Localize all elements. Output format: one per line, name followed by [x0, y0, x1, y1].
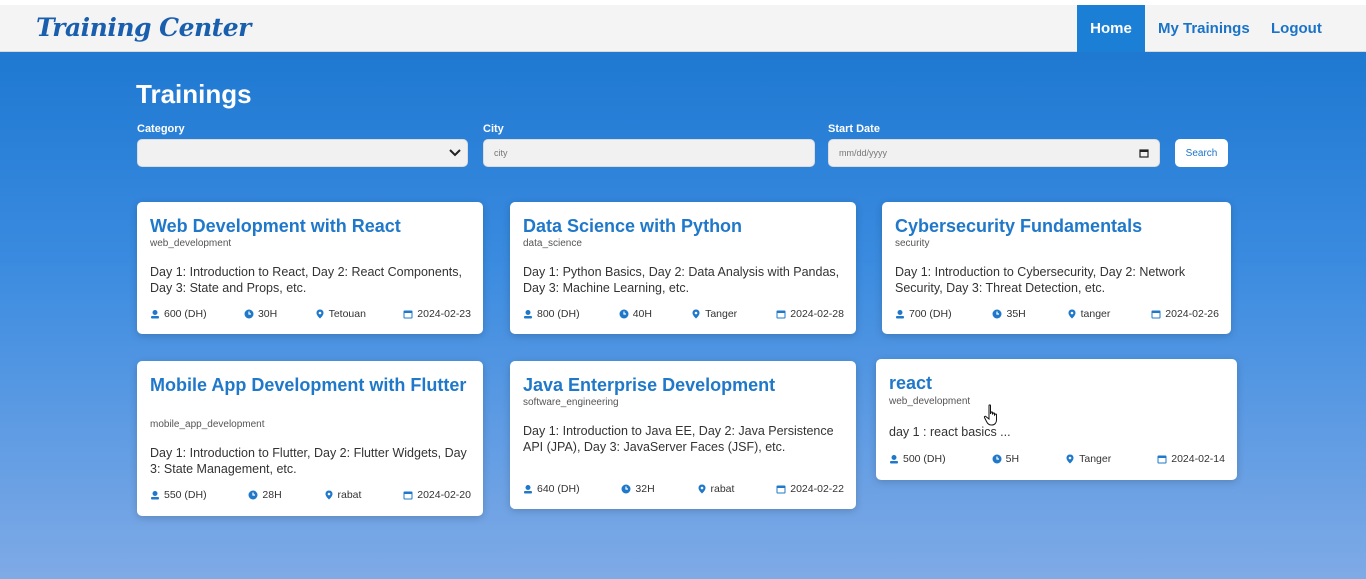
location-pin-icon: [692, 309, 700, 319]
calendar-icon: [1157, 455, 1167, 464]
training-card[interactable]: Java Enterprise Development software_eng…: [510, 361, 856, 509]
training-city: Tanger: [705, 308, 738, 320]
clock-icon: [992, 454, 1002, 464]
nav-logout-link[interactable]: Logout: [1271, 5, 1322, 52]
start-date-label: Start Date: [828, 123, 880, 135]
clock-icon: [248, 490, 258, 500]
clock-icon: [244, 309, 254, 319]
user-icon: [524, 310, 532, 319]
training-description: day 1 : react basics ...: [889, 425, 1011, 439]
training-title[interactable]: Web Development with React: [150, 215, 473, 238]
location-pin-icon: [1066, 454, 1074, 464]
training-price: 700 (DH): [909, 308, 952, 320]
city-input-placeholder: city: [494, 148, 508, 158]
training-city: rabat: [710, 483, 735, 495]
calendar-icon: [1151, 310, 1161, 319]
training-meta: 700 (DH) 35H tanger 2024-02-26: [895, 308, 1219, 320]
training-price: 550 (DH): [164, 489, 207, 501]
training-duration: 40H: [632, 308, 652, 320]
user-icon: [896, 310, 904, 319]
training-title[interactable]: Data Science with Python: [523, 215, 846, 238]
training-meta: 800 (DH) 40H Tanger 2024-02-28: [523, 308, 844, 320]
calendar-icon: [403, 491, 413, 500]
training-meta: 640 (DH) 32H rabat 2024-02-22: [523, 483, 844, 495]
location-pin-icon: [325, 490, 332, 500]
training-city: Tanger: [1079, 453, 1112, 465]
training-date: 2024-02-14: [1171, 453, 1225, 465]
navbar: Training Center Home My Trainings Logout: [0, 5, 1366, 52]
training-duration: 35H: [1006, 308, 1026, 320]
training-meta: 500 (DH) 5H Tanger 2024-02-14: [889, 453, 1225, 465]
training-card[interactable]: Web Development with React web_developme…: [137, 202, 483, 334]
training-meta: 600 (DH) 30H Tetouan 2024-02-23: [150, 308, 471, 320]
calendar-icon[interactable]: [1139, 148, 1149, 158]
city-label: City: [483, 123, 504, 135]
location-pin-icon: [698, 484, 705, 494]
training-card[interactable]: Cybersecurity Fundamentals security Day …: [882, 202, 1231, 334]
user-icon: [151, 491, 159, 500]
location-pin-icon: [1068, 309, 1076, 319]
training-category: security: [895, 238, 930, 249]
training-city: Tetouan: [328, 308, 366, 320]
city-input[interactable]: city: [483, 139, 815, 167]
training-title[interactable]: Mobile App Development with Flutter: [150, 374, 473, 397]
training-description: Day 1: Introduction to Cybersecurity, Da…: [895, 265, 1186, 295]
calendar-icon: [776, 485, 786, 494]
training-date: 2024-02-23: [417, 308, 471, 320]
category-select[interactable]: [137, 139, 468, 167]
chevron-down-icon: [449, 149, 461, 157]
training-category: web_development: [889, 396, 971, 407]
training-description: Day 1: Introduction to Java EE, Day 2: J…: [523, 424, 834, 454]
training-category: mobile_app_development: [150, 419, 265, 430]
training-category: software_engineering: [523, 397, 619, 408]
start-date-input[interactable]: mm/dd/yyyy: [828, 139, 1160, 167]
training-title[interactable]: Java Enterprise Development: [523, 374, 846, 397]
training-date: 2024-02-28: [790, 308, 844, 320]
training-duration: 32H: [635, 483, 655, 495]
user-icon: [151, 310, 159, 319]
training-date: 2024-02-26: [1165, 308, 1219, 320]
training-city: tanger: [1080, 308, 1111, 320]
nav-home-link[interactable]: Home: [1077, 5, 1145, 52]
user-icon: [890, 455, 898, 464]
calendar-icon: [403, 310, 413, 319]
search-button[interactable]: Search: [1175, 139, 1228, 167]
user-icon: [524, 485, 532, 494]
training-duration: 30H: [257, 308, 278, 320]
training-price: 800 (DH): [537, 308, 580, 320]
training-card[interactable]: Mobile App Development with Flutter mobi…: [137, 361, 483, 516]
training-date: 2024-02-22: [790, 483, 844, 495]
brand-logo[interactable]: Training Center: [36, 13, 251, 42]
start-date-placeholder: mm/dd/yyyy: [839, 148, 888, 158]
training-duration: 28H: [262, 489, 282, 501]
calendar-icon: [776, 310, 786, 319]
hand-pointer-cursor-icon: [983, 404, 997, 426]
training-price: 640 (DH): [537, 483, 580, 495]
training-city: rabat: [337, 489, 362, 501]
nav-my-trainings-link[interactable]: My Trainings: [1158, 5, 1250, 52]
training-card[interactable]: Data Science with Python data_science Da…: [510, 202, 856, 334]
training-title[interactable]: react: [889, 372, 1227, 395]
training-description: Day 1: Python Basics, Day 2: Data Analys…: [523, 265, 840, 295]
training-description: Day 1: Introduction to Flutter, Day 2: F…: [150, 446, 467, 476]
page-title: Trainings: [136, 79, 252, 109]
training-category: web_development: [150, 238, 232, 249]
training-card[interactable]: react web_development day 1 : react basi…: [876, 359, 1237, 480]
training-meta: 550 (DH) 28H rabat 2024-02-20: [150, 489, 471, 501]
clock-icon: [992, 309, 1002, 319]
training-category: data_science: [523, 238, 582, 249]
location-pin-icon: [316, 309, 324, 319]
training-price: 500 (DH): [903, 453, 946, 465]
training-title[interactable]: Cybersecurity Fundamentals: [895, 215, 1221, 238]
training-date: 2024-02-20: [417, 489, 471, 501]
training-price: 600 (DH): [164, 308, 207, 320]
category-label: Category: [137, 123, 185, 135]
training-description: Day 1: Introduction to React, Day 2: Rea…: [150, 265, 462, 295]
clock-icon: [619, 309, 629, 319]
training-duration: 5H: [1005, 453, 1020, 465]
clock-icon: [621, 484, 631, 494]
